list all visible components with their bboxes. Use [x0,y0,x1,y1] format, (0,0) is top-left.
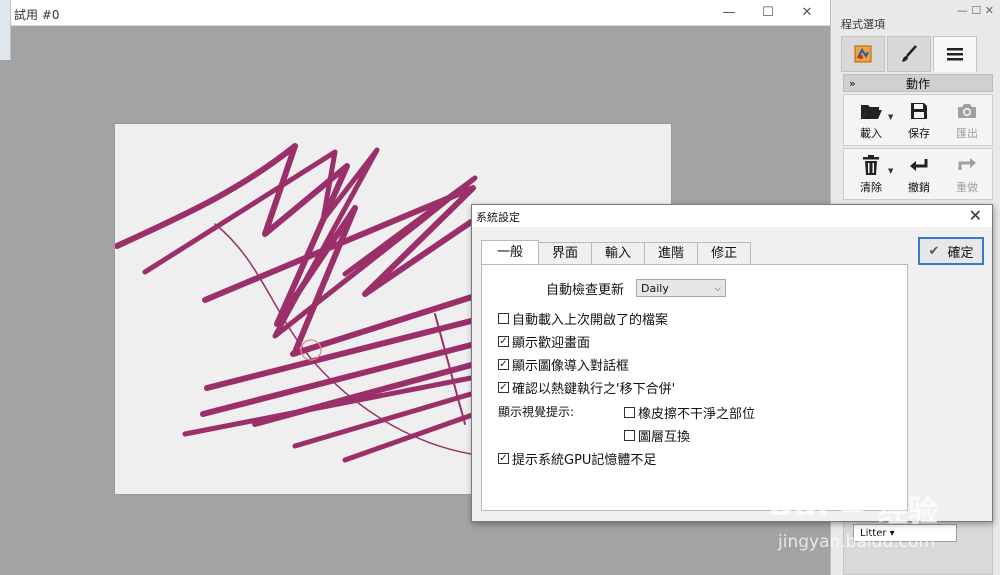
checkbox-confirm-merge[interactable]: ✓ [498,382,509,393]
panel-window-controls[interactable]: — ☐ ✕ [957,4,994,17]
tab-brush[interactable] [887,36,931,72]
section-title: 動作 [905,77,930,91]
actions-row-2: 清除 ▼ 撤銷 重做 [843,148,993,200]
ok-button[interactable]: ✔ 確定 [918,237,984,265]
undo-icon [910,159,928,171]
option-row[interactable]: ✓ 顯示圖像導入對話框 [498,355,629,374]
undo-label: 撤銷 [908,181,930,194]
panel-tabs [841,36,1000,72]
watermark-url: jingyan.baidu.com [778,532,935,552]
option-row[interactable]: 自動載入上次開啟了的檔案 [498,309,668,328]
undo-button[interactable]: 撤銷 [896,153,942,197]
load-dropdown-caret-icon[interactable]: ▼ [888,113,893,121]
redo-label: 重做 [956,181,978,194]
save-icon [911,103,927,119]
checkbox-import-dialog[interactable]: ✓ [498,359,509,370]
option-label: 顯示歡迎畫面 [512,336,591,351]
camera-icon [958,104,976,118]
tab-menu[interactable] [933,36,977,72]
watermark-brand-right: 经验 [878,494,938,529]
clear-dropdown-caret-icon[interactable]: ▼ [888,167,893,175]
tab-general[interactable]: 一般 [481,240,540,264]
folder-open-icon [861,105,882,119]
auto-update-value: Daily [641,282,669,295]
dialog-close-button[interactable]: ✕ [969,206,982,225]
option-label: 橡皮擦不干淨之部位 [638,407,756,422]
checkbox-eraser-hint[interactable] [624,407,635,418]
load-label: 載入 [860,127,882,140]
left-toolbar-edge [0,0,11,60]
settings-tabs: 一般 界面 輸入 進階 修正 [481,240,752,264]
redo-button[interactable]: 重做 [944,153,990,197]
auto-update-label: 自動檢查更新 [546,283,625,298]
tab-input[interactable]: 輸入 [591,242,646,264]
clear-label: 清除 [860,181,882,194]
export-label: 匯出 [956,127,978,140]
load-button[interactable]: 載入 [848,99,894,143]
option-row[interactable]: ✓ 顯示歡迎畫面 [498,332,590,351]
save-label: 保存 [908,127,930,140]
checkmark-icon: ✔ [928,243,940,259]
tab-canvas-settings[interactable] [841,36,885,72]
option-label: 確認以熱鍵執行之'移下合併' [512,382,676,397]
option-label: 自動載入上次開啟了的檔案 [512,313,669,328]
redo-icon [958,158,976,170]
checkbox-welcome-screen[interactable]: ✓ [498,336,509,347]
option-row[interactable]: 橡皮擦不干淨之部位 [624,403,755,422]
dialog-title: 系統設定 [476,211,520,224]
visual-hints-label: 顯示視覺提示: [498,405,575,419]
dialog-titlebar: 系統設定 ✕ [472,205,992,227]
tab-advanced[interactable]: 進階 [644,242,699,264]
actions-row-1: 載入 ▼ 保存 匯出 [843,94,993,146]
trash-icon [863,155,879,175]
option-label: 提示系統GPU記憶體不足 [512,453,657,468]
close-button[interactable]: ✕ [790,3,824,23]
clear-button[interactable]: 清除 [848,153,894,197]
chevron-down-icon: ⌵ [714,284,721,294]
main-window-title: 試用 #0 [14,8,60,22]
tab-interface[interactable]: 界面 [538,242,593,264]
canvas-settings-icon [854,45,872,63]
ok-label: 確定 [947,245,974,261]
checkbox-gpu-warning[interactable]: ✓ [498,453,509,464]
paw-logo-icon [829,468,871,513]
scribble-stroke [182,375,478,463]
brush-icon [902,45,917,62]
minimize-button[interactable]: — [712,3,746,23]
watermark-brand-left: Bai [768,484,829,524]
option-label: 顯示圖像導入對話框 [512,359,630,374]
option-label: 圖層互換 [638,430,691,445]
option-row[interactable]: ✓ 提示系統GPU記憶體不足 [498,449,656,468]
checkbox-auto-load[interactable] [498,313,509,324]
export-button[interactable]: 匯出 [944,99,990,143]
option-row[interactable]: ✓ 確認以熱鍵執行之'移下合併' [498,378,675,397]
option-row[interactable]: 圖層互換 [624,426,690,445]
main-titlebar: 試用 #0 — ☐ ✕ [0,0,830,26]
baidu-watermark: Bai 经验 jingyan.baidu.com [760,468,992,568]
tab-fixes[interactable]: 修正 [697,242,752,264]
checkbox-layer-swap-hint[interactable] [624,430,635,441]
actions-section-header[interactable]: » 動作 [843,74,993,92]
auto-update-select[interactable]: Daily ⌵ [636,279,726,297]
menu-icon [947,48,963,61]
panel-title: 程式選項 [841,18,885,31]
maximize-button[interactable]: ☐ [751,3,785,23]
save-button[interactable]: 保存 [896,99,942,143]
